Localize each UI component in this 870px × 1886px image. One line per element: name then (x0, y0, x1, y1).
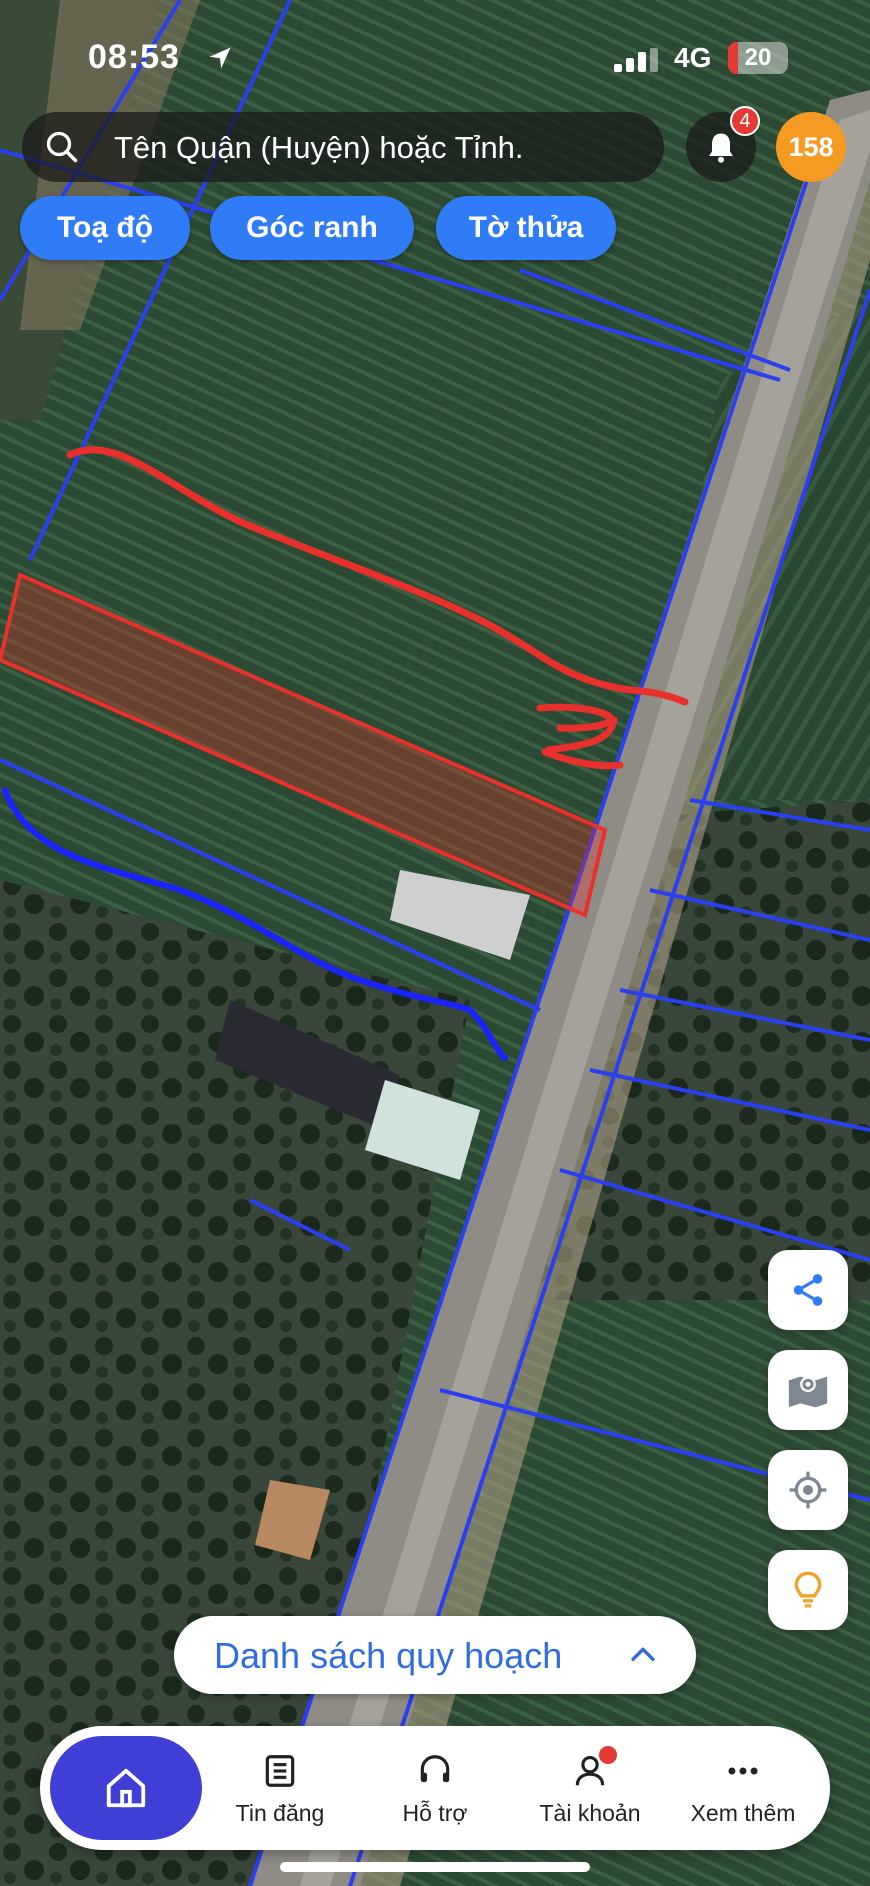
tab-support-label: Hỗ trợ (402, 1800, 468, 1826)
my-location-button[interactable] (768, 1450, 848, 1530)
points-badge[interactable]: 158 (776, 112, 846, 182)
tips-button[interactable] (768, 1550, 848, 1630)
tab-home[interactable] (50, 1736, 202, 1840)
bell-icon (709, 133, 733, 163)
planning-list-label: Danh sách quy hoạch (214, 1635, 563, 1676)
chip-map-sheet[interactable]: Tờ thửa (436, 196, 616, 260)
my-location-icon (789, 1471, 827, 1509)
account-alert-dot (599, 1746, 617, 1764)
listings-icon (265, 1755, 295, 1787)
bottom-tab-bar: Tin đăng Hỗ trợ Tài khoản Xem thêm (40, 1726, 830, 1850)
home-indicator (280, 1862, 590, 1872)
headset-icon (420, 1755, 450, 1783)
map-layers-button[interactable] (768, 1350, 848, 1430)
notification-button[interactable]: 4 (686, 106, 760, 182)
signal-icon (614, 48, 658, 72)
satellite-map[interactable] (0, 0, 870, 1886)
lightbulb-icon (794, 1571, 822, 1608)
map-layers-icon (788, 1376, 828, 1408)
notification-badge: 4 (730, 106, 760, 136)
chip-coordinates[interactable]: Toạ độ (20, 196, 190, 260)
tab-listings[interactable]: Tin đăng (205, 1750, 355, 1827)
share-button[interactable] (768, 1250, 848, 1330)
chip-boundary-corner[interactable]: Góc ranh (210, 196, 414, 260)
tab-account[interactable]: Tài khoản (515, 1746, 665, 1827)
search-icon (46, 131, 78, 163)
share-icon (793, 1274, 823, 1306)
tab-more[interactable]: Xem thêm (668, 1750, 818, 1827)
tab-account-label: Tài khoản (539, 1800, 641, 1826)
search-placeholder: Tên Quận (Huyện) hoặc Tỉnh. (114, 130, 524, 165)
battery-level: 20 (744, 44, 772, 71)
search-bar[interactable]: Tên Quận (Huyện) hoặc Tỉnh. (22, 112, 664, 182)
status-time: 08:53 (88, 38, 180, 76)
network-type: 4G (674, 42, 712, 73)
tab-more-label: Xem thêm (690, 1800, 796, 1826)
more-dots-icon (728, 1767, 758, 1775)
tab-listings-label: Tin đăng (235, 1800, 325, 1826)
planning-list-button[interactable]: Danh sách quy hoạch (174, 1616, 696, 1694)
home-icon (106, 1768, 146, 1808)
battery-indicator: 20 (728, 42, 788, 74)
tab-support[interactable]: Hỗ trợ (360, 1750, 510, 1827)
status-bar: 08:53 4G 20 (0, 38, 870, 82)
location-arrow-icon (209, 47, 231, 69)
chevron-up-icon (631, 1647, 655, 1661)
